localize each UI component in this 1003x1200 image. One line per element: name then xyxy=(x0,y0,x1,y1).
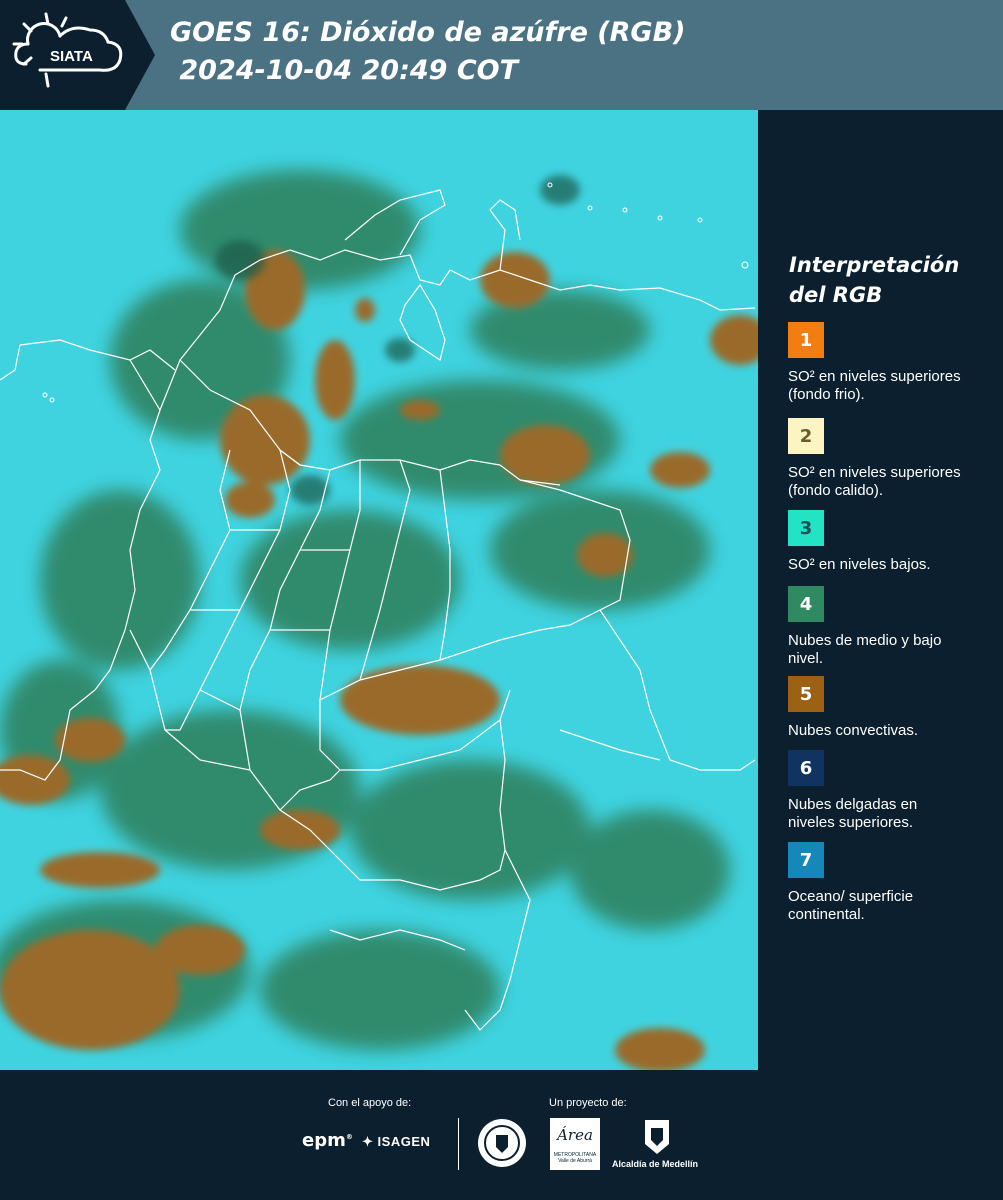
page-title: GOES 16: Dióxido de azúfre (RGB) 2024-10… xyxy=(170,14,686,90)
legend-item-5: 5 Nubes convectivas. xyxy=(788,676,968,740)
isagen-logo: ✦ ISAGEN xyxy=(362,1134,430,1150)
legend-item-6: 6 Nubes delgadas en niveles superiores. xyxy=(788,750,968,832)
area-logo-text: Área xyxy=(557,1126,593,1144)
legend-item-2: 2 SO² en niveles superiores (fondo calid… xyxy=(788,418,968,500)
legend-label-2: SO² en niveles superiores (fondo calido)… xyxy=(788,464,961,499)
project-label: Un proyecto de: xyxy=(549,1097,627,1109)
legend-label-6: Nubes delgadas en niveles superiores. xyxy=(788,796,918,831)
legend-swatch-1: 1 xyxy=(788,322,824,358)
siata-logo-block: SIATA xyxy=(0,0,155,110)
legend-title: Interpretación del RGB xyxy=(789,253,960,307)
title-line-1: GOES 16: Dióxido de azúfre (RGB) xyxy=(170,17,686,48)
legend-item-7: 7 Oceano/ superficie continental. xyxy=(788,842,968,924)
legend-panel: Interpretación del RGB 1 SO² en niveles … xyxy=(760,110,1003,1070)
epm-logo-text: epm xyxy=(302,1130,346,1151)
legend-label-1: SO² en niveles superiores (fondo frio). xyxy=(788,368,961,403)
legend-swatch-4: 4 xyxy=(788,586,824,622)
medellin-seal-icon xyxy=(478,1119,526,1167)
legend-swatch-3: 3 xyxy=(788,510,824,546)
footer-divider xyxy=(458,1118,459,1170)
legend-label-4: Nubes de medio y bajo nivel. xyxy=(788,632,942,667)
legend-swatch-6: 6 xyxy=(788,750,824,786)
header-bar: SIATA GOES 16: Dióxido de azúfre (RGB) 2… xyxy=(0,0,1003,110)
legend-label-7: Oceano/ superficie continental. xyxy=(788,888,914,923)
legend-swatch-5: 5 xyxy=(788,676,824,712)
area-logo-sub2: Valle de Aburrá xyxy=(558,1158,592,1164)
isagen-logo-text: ISAGEN xyxy=(377,1134,431,1149)
legend-item-1: 1 SO² en niveles superiores (fondo frio)… xyxy=(788,322,968,404)
epm-logo: epm® xyxy=(302,1130,353,1151)
legend-label-5: Nubes convectivas. xyxy=(788,722,919,739)
alcaldia-shield-icon xyxy=(645,1120,669,1154)
alcaldia-label: Alcaldía de Medellín xyxy=(612,1159,699,1169)
support-label: Con el apoyo de: xyxy=(328,1097,412,1109)
footer-sponsors: Con el apoyo de: Un proyecto de: epm® ✦ … xyxy=(0,1070,1003,1200)
legend-label-3: SO² en niveles bajos. xyxy=(788,556,931,573)
siata-logo-text: SIATA xyxy=(50,48,93,65)
isagen-icon: ✦ xyxy=(362,1134,374,1149)
title-line-2: 2024-10-04 20:49 COT xyxy=(170,55,519,86)
legend-item-4: 4 Nubes de medio y bajo nivel. xyxy=(788,586,968,668)
legend-swatch-2: 2 xyxy=(788,418,824,454)
legend-swatch-7: 7 xyxy=(788,842,824,878)
area-metropolitana-logo: Área METROPOLITANA Valle de Aburrá xyxy=(550,1118,600,1170)
satellite-map xyxy=(0,110,758,1070)
legend-item-3: 3 SO² en niveles bajos. xyxy=(788,510,968,574)
